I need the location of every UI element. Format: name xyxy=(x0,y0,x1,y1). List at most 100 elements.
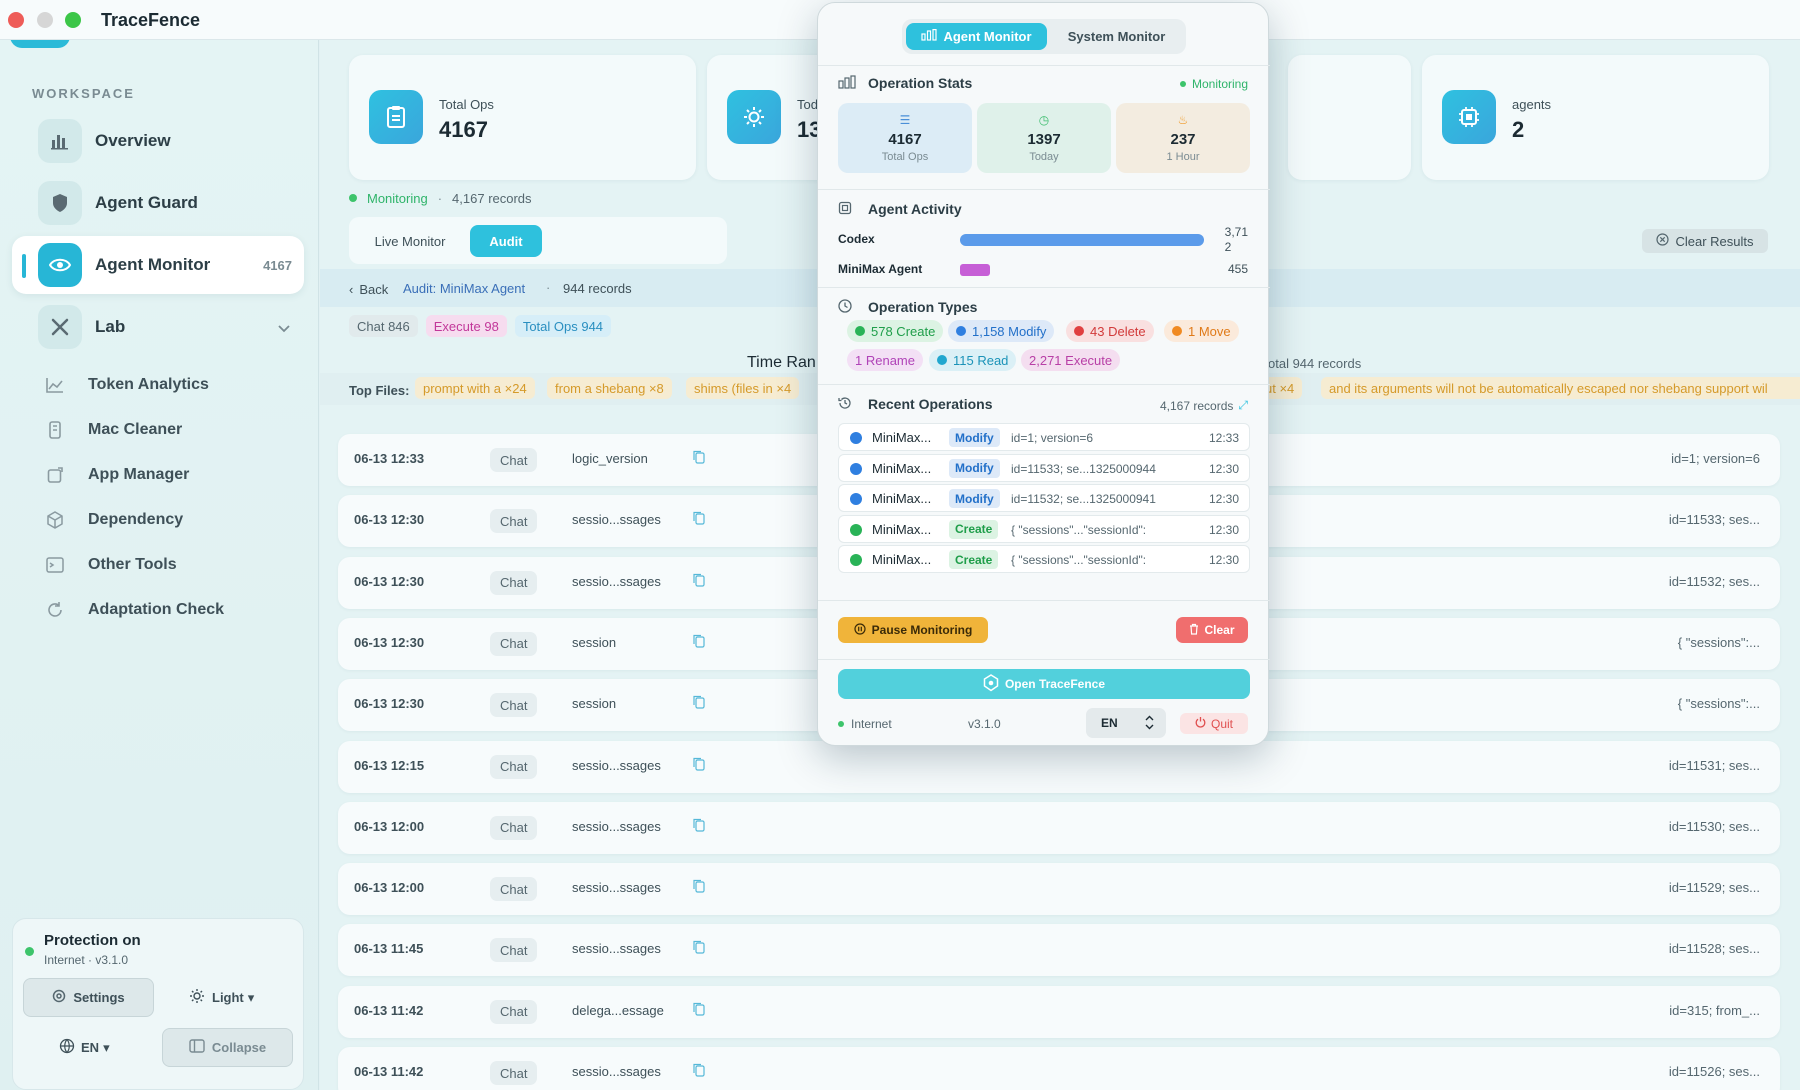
minimize-window-button[interactable] xyxy=(37,12,53,28)
op-type-read[interactable]: 115 Read xyxy=(929,349,1017,371)
tile-value: 4167 xyxy=(888,131,922,148)
terminal-icon xyxy=(44,554,66,576)
top-file-chip[interactable]: from a shebang ×8 xyxy=(547,377,672,399)
op-type-badge: Modify xyxy=(949,458,1000,478)
table-row[interactable]: 06-13 12:00 Chat sessio...ssages id=11530; … xyxy=(338,801,1780,854)
language-select[interactable]: EN xyxy=(1086,708,1166,738)
app-title: TraceFence xyxy=(101,10,201,30)
copy-icon[interactable] xyxy=(693,634,707,650)
chevron-down-icon[interactable] xyxy=(278,320,290,333)
quit-button[interactable]: Quit xyxy=(1180,713,1248,734)
recent-op-item[interactable]: MiniMax... Create { "sessions"..."sessionI… xyxy=(838,514,1250,543)
pause-monitoring-button[interactable]: Pause Monitoring xyxy=(838,617,988,643)
sidebar-item-other-tools[interactable]: Other Tools xyxy=(44,548,177,582)
tab-system-monitor[interactable]: System Monitor xyxy=(1051,23,1182,50)
language-label: EN xyxy=(81,1040,100,1055)
copy-icon[interactable] xyxy=(693,450,707,466)
op-time: 12:33 xyxy=(1208,431,1239,445)
filter-pill-chat[interactable]: Chat 846 xyxy=(349,315,418,337)
copy-icon[interactable] xyxy=(693,1002,707,1018)
popover-divider xyxy=(818,287,1270,288)
row-kind-badge: Chat xyxy=(490,631,538,656)
separator-dot: · xyxy=(546,280,551,295)
top-file-chip[interactable]: prompt with a ×24 xyxy=(415,377,535,399)
sun-icon xyxy=(189,988,205,1007)
copy-icon[interactable] xyxy=(693,757,707,773)
bar-chart-icon xyxy=(921,29,938,44)
recent-op-item[interactable]: MiniMax... Create { "sessions"..."sessionI… xyxy=(838,545,1250,573)
table-row[interactable]: 06-13 12:15 Chat sessio...ssages id=11531; … xyxy=(338,740,1780,793)
status-dot xyxy=(838,721,844,727)
op-time: 12:30 xyxy=(1208,492,1239,506)
clear-button[interactable]: Clear xyxy=(1176,617,1248,643)
op-type-rename[interactable]: 1 Rename xyxy=(847,349,923,371)
sidebar-item-overview[interactable]: Overview xyxy=(12,112,304,170)
count-line: 2 xyxy=(1224,240,1232,254)
copy-icon[interactable] xyxy=(693,818,707,834)
sidebar-item-mac-cleaner[interactable]: Mac Cleaner xyxy=(44,413,182,447)
stat-card-hidden xyxy=(1288,55,1411,180)
tab-audit[interactable]: Audit xyxy=(470,225,542,257)
table-row[interactable]: 06-13 12:00 Chat sessio...ssages id=11529; … xyxy=(338,863,1780,916)
modify-dot-icon xyxy=(956,326,966,336)
top-file-chip[interactable]: shims (files in ×4 xyxy=(686,377,800,399)
row-detail: id=11532; ses... xyxy=(1668,573,1760,589)
status-dot xyxy=(1179,81,1186,87)
filter-pill-execute[interactable]: Execute 98 xyxy=(425,315,507,337)
row-time: 06-13 12:33 xyxy=(354,451,425,466)
sidebar-item-lab[interactable]: Lab xyxy=(12,298,304,356)
row-name: sessio...ssages xyxy=(572,941,661,957)
recent-op-item[interactable]: MiniMax... Modify id=1; version=6 12:33 xyxy=(838,423,1250,451)
zoom-window-button[interactable] xyxy=(65,12,81,28)
copy-icon[interactable] xyxy=(693,879,707,895)
op-type-badge: Modify xyxy=(949,428,1000,447)
row-detail: id=11533; ses... xyxy=(1668,512,1760,528)
sidebar-item-label: Lab xyxy=(95,317,126,336)
op-type-create[interactable]: 578 Create xyxy=(847,320,944,342)
tab-label: Agent Monitor xyxy=(943,29,1032,44)
filter-pill-total[interactable]: Total Ops 944 xyxy=(514,315,612,337)
close-window-button[interactable] xyxy=(8,12,24,28)
tab-agent-monitor[interactable]: Agent Monitor xyxy=(906,23,1047,50)
copy-icon[interactable] xyxy=(693,940,707,956)
table-row[interactable]: 06-13 11:42 Chat sessio...ssages id=11526; … xyxy=(338,1047,1780,1090)
trash-icon xyxy=(1189,623,1199,638)
row-detail: id=11529; ses... xyxy=(1668,880,1760,896)
sidebar-sub-label: Other Tools xyxy=(88,556,177,573)
clear-results-button[interactable]: Clear Results xyxy=(1642,229,1768,253)
row-detail: { "sessions":... xyxy=(1677,696,1760,712)
sidebar-item-app-manager[interactable]: App Manager xyxy=(44,458,189,492)
back-button[interactable]: ‹ Back xyxy=(349,280,388,298)
recent-op-item[interactable]: MiniMax... Modify id=11532; se...132500094… xyxy=(838,484,1250,512)
copy-icon[interactable] xyxy=(693,1063,707,1079)
row-detail: id=11531; ses... xyxy=(1668,757,1760,773)
sidebar-item-agent-monitor[interactable]: Agent Monitor 4167 xyxy=(12,236,304,294)
table-row[interactable]: 06-13 11:45 Chat sessio...ssages id=11528; … xyxy=(338,924,1780,977)
network-status: Internet xyxy=(838,717,892,731)
popover-divider xyxy=(818,600,1270,601)
op-type-execute[interactable]: 2,271 Execute xyxy=(1021,349,1121,371)
op-desc: { "sessions"..."sessionId": xyxy=(1011,522,1147,537)
settings-button[interactable]: Settings xyxy=(23,978,154,1017)
language-dropdown[interactable]: EN ▾ xyxy=(59,1028,139,1067)
agent-activity-bar-codex xyxy=(960,234,1204,246)
open-tracefence-button[interactable]: Open TraceFence xyxy=(838,669,1250,699)
tab-live-monitor[interactable]: Live Monitor xyxy=(360,225,460,257)
expand-icon[interactable]: ⤢ xyxy=(1238,398,1248,413)
network-label: Internet xyxy=(851,717,892,731)
top-file-chip[interactable]: and its arguments will not be automatica… xyxy=(1321,377,1800,399)
op-type-modify[interactable]: 1,158 Modify xyxy=(948,320,1055,342)
copy-icon[interactable] xyxy=(693,695,707,711)
copy-icon[interactable] xyxy=(693,573,707,589)
op-type-delete[interactable]: 43 Delete xyxy=(1066,320,1154,342)
sidebar-item-adaptation-check[interactable]: Adaptation Check xyxy=(44,593,224,627)
collapse-button[interactable]: Collapse xyxy=(162,1028,293,1067)
sidebar-item-agent-guard[interactable]: Agent Guard xyxy=(12,174,304,232)
sidebar-item-dependency[interactable]: Dependency xyxy=(44,503,183,537)
theme-dropdown[interactable]: Light ▾ xyxy=(189,978,279,1017)
copy-icon[interactable] xyxy=(693,511,707,527)
sidebar-item-token-analytics[interactable]: Token Analytics xyxy=(44,368,209,402)
op-type-move[interactable]: 1 Move xyxy=(1164,320,1239,342)
table-row[interactable]: 06-13 11:42 Chat delega...essage id=315; fr… xyxy=(338,985,1780,1038)
recent-op-item[interactable]: MiniMax... Modify id=11533; se...132500094… xyxy=(838,453,1250,482)
